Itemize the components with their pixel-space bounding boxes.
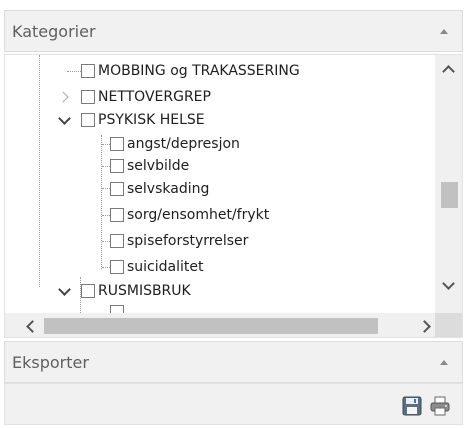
expand-toggle-psykisk-helse[interactable] — [57, 111, 71, 127]
checkbox[interactable] — [81, 64, 95, 78]
tree-item-label: NETTOVERGREP — [98, 89, 211, 105]
categories-panel-title: Kategorier — [12, 21, 96, 41]
checkbox[interactable] — [110, 137, 124, 151]
chevron-down-icon — [57, 111, 71, 125]
tree-item-label: suicidalitet — [127, 259, 204, 275]
expand-toggle-nettovergrep[interactable] — [56, 90, 71, 104]
category-tree: MOBBING og TRAKASSERING NETTOVERGREP PSY… — [4, 54, 463, 338]
checkbox[interactable] — [81, 90, 95, 104]
tree-item-label: spiseforstyrrelser — [127, 233, 249, 249]
tree-item-spiseforstyrrelser[interactable]: spiseforstyrrelser — [110, 230, 248, 252]
tree-connector — [102, 267, 110, 268]
checkbox[interactable] — [110, 234, 124, 248]
printer-icon[interactable] — [429, 395, 451, 417]
tree-item-label: selvskading — [127, 181, 210, 197]
tree-connector — [102, 144, 110, 145]
tree-connector — [102, 241, 110, 242]
tree-connector — [102, 188, 110, 189]
tree-item-psykisk-helse[interactable]: PSYKISK HELSE — [81, 109, 205, 131]
vertical-scrollbar[interactable] — [435, 55, 462, 313]
tree-connector — [67, 71, 81, 72]
horizontal-scroll-thumb[interactable] — [44, 318, 378, 334]
scrollbar-corner — [435, 313, 462, 337]
tree-item-mobbing[interactable]: MOBBING og TRAKASSERING — [81, 60, 300, 82]
checkbox[interactable] — [110, 305, 124, 313]
floppy-disk-icon[interactable] — [401, 395, 423, 417]
collapse-export-icon[interactable] — [440, 359, 448, 365]
export-toolbar — [4, 383, 463, 425]
checkbox[interactable] — [81, 113, 95, 127]
tree-connector — [39, 55, 40, 287]
export-panel-title: Eksporter — [12, 352, 89, 372]
checkbox[interactable] — [110, 182, 124, 196]
tree-item-suicidalitet[interactable]: suicidalitet — [110, 256, 203, 278]
chevron-down-icon — [57, 282, 71, 296]
tree-item-label: RUSMISBRUK — [98, 283, 191, 299]
horizontal-scrollbar[interactable] — [5, 313, 435, 337]
checkbox[interactable] — [110, 208, 124, 222]
vertical-scroll-thumb[interactable] — [441, 182, 458, 208]
tree-item-nettovergrep[interactable]: NETTOVERGREP — [81, 86, 211, 108]
tree-item-label: angst/depresjon — [127, 136, 240, 152]
tree-item-selvbilde[interactable]: selvbilde — [110, 155, 189, 177]
tree-item-angst-depresjon[interactable]: angst/depresjon — [110, 133, 240, 155]
chevron-right-icon — [56, 91, 69, 103]
tree-item-label: sorg/ensomhet/frykt — [127, 207, 270, 223]
tree-viewport: MOBBING og TRAKASSERING NETTOVERGREP PSY… — [5, 55, 435, 313]
scroll-left-arrow-icon[interactable] — [26, 320, 39, 333]
scroll-down-arrow-icon[interactable] — [442, 277, 455, 290]
tree-connector — [102, 215, 110, 216]
scroll-up-arrow-icon[interactable] — [442, 65, 455, 78]
checkbox[interactable] — [81, 284, 95, 298]
collapse-categories-icon[interactable] — [440, 28, 448, 34]
tree-connector — [102, 166, 110, 167]
expand-toggle-rusmisbruk[interactable] — [57, 282, 71, 298]
tree-item-rusmisbruk[interactable]: RUSMISBRUK — [81, 280, 191, 302]
tree-item-label: PSYKISK HELSE — [98, 112, 205, 128]
scroll-right-arrow-icon[interactable] — [418, 320, 431, 333]
tree-item-label: selvbilde — [127, 158, 190, 174]
tree-item-label: MOBBING og TRAKASSERING — [98, 63, 300, 79]
categories-panel-header[interactable]: Kategorier — [4, 10, 463, 52]
tree-item-sorg-ensomhet-frykt[interactable]: sorg/ensomhet/frykt — [110, 204, 269, 226]
checkbox[interactable] — [110, 159, 124, 173]
export-panel-header[interactable]: Eksporter — [4, 341, 463, 383]
tree-item-selvskading[interactable]: selvskading — [110, 178, 209, 200]
checkbox[interactable] — [110, 260, 124, 274]
tree-connector — [101, 135, 102, 269]
